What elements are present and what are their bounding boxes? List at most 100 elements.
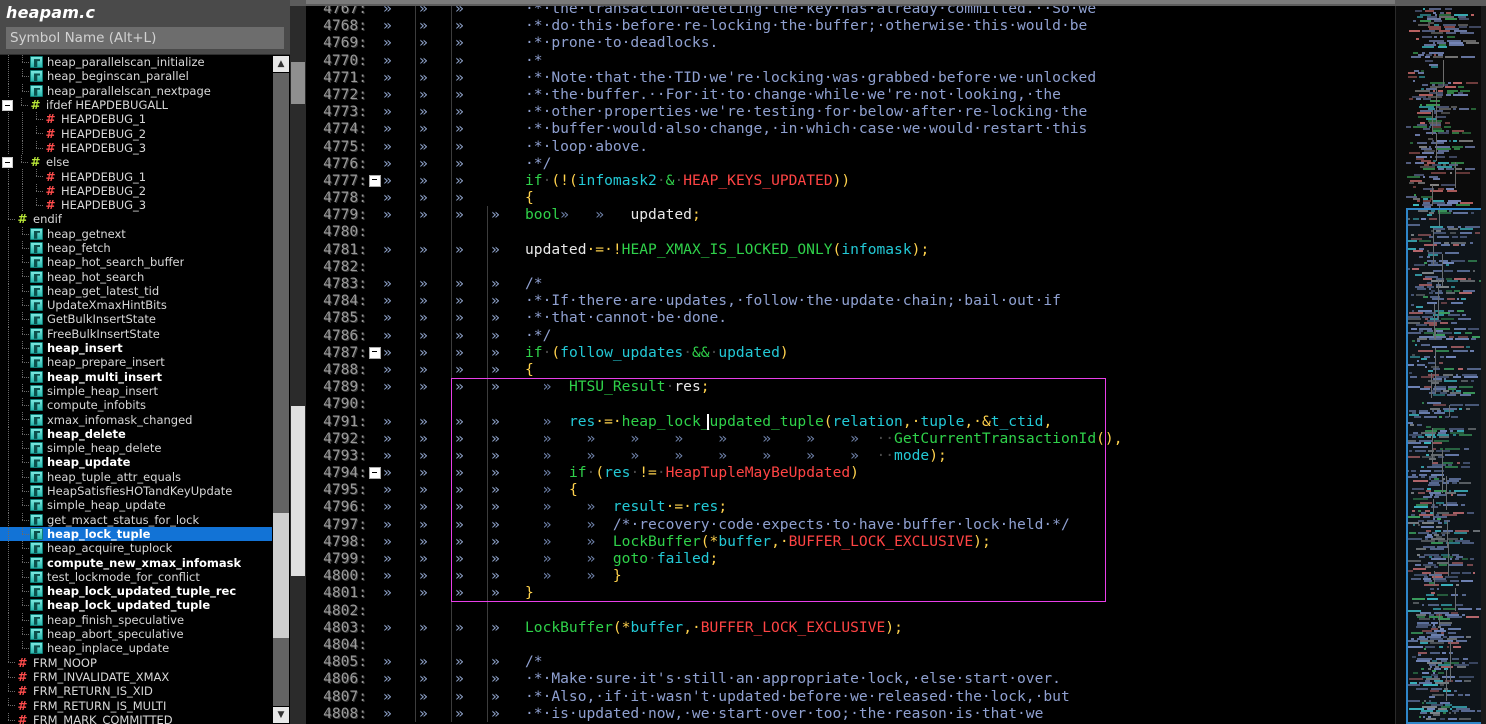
code-line[interactable]: 4775: »»» ·*·loop·above.: [306, 137, 1395, 155]
sidebar-item-heap-getnext[interactable]: heap_getnext: [0, 226, 272, 242]
code-line[interactable]: 4769: »»» ·*·prone·to·deadlocks.: [306, 34, 1395, 52]
code-line[interactable]: 4787: »»»» if·(follow_updates·&&·updated): [306, 343, 1395, 361]
sidebar-item-frm-mark-committed[interactable]: FRM_MARK_COMMITTED: [0, 712, 272, 724]
code-line[interactable]: 4791: »»»» » res·=·heap_lock_updated_tupl…: [306, 412, 1395, 430]
sidebar-item-heap-beginscan-parallel[interactable]: heap_beginscan_parallel: [0, 69, 272, 84]
code-line[interactable]: 4806: »»»» ·*·Make·sure·it's·still·an·appr…: [306, 670, 1395, 688]
editor-scroll-thumb[interactable]: [291, 406, 305, 576]
code-line[interactable]: 4772: »»» ·*·the·buffer.··For·it·to·change…: [306, 85, 1395, 104]
code-line[interactable]: 4804:: [306, 635, 1395, 654]
sidebar-item-compute-new-xmax-infomask[interactable]: compute_new_xmax_infomask: [0, 555, 272, 570]
code-line[interactable]: 4771: »»» ·*·Note·that·the·TID·we're·locki…: [306, 68, 1395, 86]
sidebar-item-endif[interactable]: endif: [0, 212, 272, 226]
code-line[interactable]: 4803: »»»» LockBuffer(*buffer,·BUFFER_LOCK…: [306, 618, 1395, 636]
code-editor[interactable]: 4767:»»» ·*·the·transaction·deleting·the·…: [306, 0, 1395, 724]
code-line[interactable]: 4781: »»»» updated·=·!HEAP_XMAX_IS_LOCKED_…: [306, 240, 1395, 258]
sidebar-item-frm-return-is-xid[interactable]: FRM_RETURN_IS_XID: [0, 684, 272, 698]
sidebar-item-heap-abort-speculative[interactable]: heap_abort_speculative: [0, 626, 272, 642]
sidebar-scrollbar[interactable]: ▲ ▼: [272, 55, 290, 724]
code-line[interactable]: 4785: »»»» ·*·that·cannot·be·done.: [306, 309, 1395, 327]
sidebar-item-heap-get-latest-tid[interactable]: heap_get_latest_tid: [0, 283, 272, 299]
fold-toggle-icon[interactable]: [368, 344, 381, 361]
code-line[interactable]: 4777: »»» if·(!(infomask2·&·HEAP_KEYS_UPDA…: [306, 171, 1395, 190]
code-line[interactable]: 4805: »»»»/*: [306, 653, 1395, 671]
code-minimap[interactable]: [1395, 0, 1486, 724]
code-line[interactable]: 4782:: [306, 257, 1395, 275]
sidebar-item-heapdebug-3[interactable]: HEAPDEBUG_3: [0, 140, 272, 156]
code-line[interactable]: 4802:: [306, 601, 1395, 619]
sidebar-item-heap-lock-tuple[interactable]: heap_lock_tuple: [0, 526, 272, 542]
code-line[interactable]: 4768: »»» ·*·do·this·before·re-locking·the…: [306, 17, 1395, 35]
code-line[interactable]: 4790:: [306, 395, 1395, 413]
sidebar-item-heap-hot-search-buffer[interactable]: heap_hot_search_buffer: [0, 255, 272, 270]
sidebar-item-frm-invalidate-xmax[interactable]: FRM_INVALIDATE_XMAX: [0, 669, 272, 684]
sidebar-item-updatexmaxhintbits[interactable]: UpdateXmaxHintBits: [0, 298, 272, 313]
code-line[interactable]: 4798: »»»» » » LockBuffer(*buffer,·BUFFER…: [306, 532, 1395, 550]
sidebar-scroll-track[interactable]: [273, 73, 289, 706]
sidebar-item-ifdef-heapdebugall[interactable]: ifdef HEAPDEBUGALL: [0, 97, 272, 112]
code-line[interactable]: 4800: »»»» » » }: [306, 567, 1395, 585]
sidebar-item-heap-fetch[interactable]: heap_fetch: [0, 240, 272, 256]
sidebar-item-heap-hot-search[interactable]: heap_hot_search: [0, 269, 272, 285]
sidebar-item-simple-heap-delete[interactable]: simple_heap_delete: [0, 441, 272, 456]
symbol-tree[interactable]: heap_parallelscan_initialize heap_beginsc…: [0, 55, 272, 724]
sidebar-item-freebulkinsertstate[interactable]: FreeBulkInsertState: [0, 326, 272, 342]
code-line[interactable]: 4795: »»»» » {: [306, 481, 1395, 499]
sidebar-item-heapdebug-2[interactable]: HEAPDEBUG_2: [0, 126, 272, 142]
sidebar-item-heap-finish-speculative[interactable]: heap_finish_speculative: [0, 612, 272, 628]
code-line[interactable]: 4799: »»»» » » goto·failed;: [306, 550, 1395, 568]
minimap-scrollbar[interactable]: [1481, 0, 1486, 724]
sidebar-item-frm-noop[interactable]: FRM_NOOP: [0, 655, 272, 670]
code-line[interactable]: 4794: »»»» » if·(res·!=·HeapTupleMayBeUpd…: [306, 464, 1395, 482]
sidebar-item-test-lockmode-for-conflict[interactable]: test_lockmode_for_conflict: [0, 569, 272, 585]
sidebar-item-heap-parallelscan-nextpage[interactable]: heap_parallelscan_nextpage: [0, 83, 272, 99]
fold-toggle-icon[interactable]: [368, 172, 381, 189]
sidebar-item-else[interactable]: else: [0, 155, 272, 169]
chevron-up-icon[interactable]: ▲: [273, 56, 289, 72]
code-line[interactable]: 4784: »»»» ·*·If·there·are·updates,·follow…: [306, 292, 1395, 310]
fold-toggle-icon[interactable]: [368, 464, 381, 481]
sidebar-item-heapdebug-1[interactable]: HEAPDEBUG_1: [0, 169, 272, 184]
code-line[interactable]: 4770: »»» ·*: [306, 51, 1395, 69]
sidebar-item-heap-prepare-insert[interactable]: heap_prepare_insert: [0, 355, 272, 370]
symbol-search-input[interactable]: [6, 27, 284, 49]
sidebar-item-get-mxact-status-for-lock[interactable]: get_mxact_status_for_lock: [0, 512, 272, 528]
code-line[interactable]: 4778: »»»{: [306, 189, 1395, 207]
sidebar-scroll-thumb[interactable]: [273, 513, 289, 638]
sidebar-item-xmax-infomask-changed[interactable]: xmax_infomask_changed: [0, 412, 272, 428]
code-line[interactable]: 4793: »»»» » » » » » » » » ··mode);: [306, 446, 1395, 465]
sidebar-item-heapdebug-1[interactable]: HEAPDEBUG_1: [0, 112, 272, 127]
code-line[interactable]: 4808: »»»» ·*·is·updated·now,·we·start·ove…: [306, 704, 1395, 722]
code-line[interactable]: 4780:: [306, 223, 1395, 241]
minimap-viewport-indicator[interactable]: [1406, 208, 1484, 724]
sidebar-item-heap-tuple-attr-equals[interactable]: heap_tuple_attr_equals: [0, 469, 272, 485]
code-line[interactable]: 4807: »»»» ·*·Also,·if·it·wasn't·updated·b…: [306, 687, 1395, 705]
editor-scrollbar[interactable]: [290, 0, 306, 724]
code-line[interactable]: 4786: »»»» ·*/: [306, 326, 1395, 344]
sidebar-item-heap-lock-updated-tuple[interactable]: heap_lock_updated_tuple: [0, 598, 272, 613]
sidebar-item-simple-heap-update[interactable]: simple_heap_update: [0, 498, 272, 513]
chevron-down-icon[interactable]: ▼: [273, 707, 289, 723]
code-line[interactable]: 4776: »»» ·*/: [306, 154, 1395, 172]
code-line[interactable]: 4789: »»»» » HTSU_Result·res;: [306, 378, 1395, 396]
code-line[interactable]: 4801: »»»»}: [306, 584, 1395, 602]
sidebar-item-heap-inplace-update[interactable]: heap_inplace_update: [0, 641, 272, 656]
sidebar-item-simple-heap-insert[interactable]: simple_heap_insert: [0, 383, 272, 399]
sidebar-item-heap-parallelscan-initialize[interactable]: heap_parallelscan_initialize: [0, 55, 272, 70]
sidebar-item-heap-multi-insert[interactable]: heap_multi_insert: [0, 369, 272, 385]
sidebar-item-heap-lock-updated-tuple-rec[interactable]: heap_lock_updated_tuple_rec: [0, 583, 272, 599]
sidebar-item-compute-infobits[interactable]: compute_infobits: [0, 398, 272, 413]
code-line[interactable]: 4773: »»» ·*·other·properties·we're·testin…: [306, 103, 1395, 121]
collapse-expander-icon[interactable]: [2, 156, 13, 168]
sidebar-item-heapdebug-2[interactable]: HEAPDEBUG_2: [0, 183, 272, 199]
code-line[interactable]: 4788: »»»»{: [306, 360, 1395, 379]
sidebar-item-heap-insert[interactable]: heap_insert: [0, 340, 272, 356]
code-line[interactable]: 4774: »»» ·*·buffer·would·also·change,·in·…: [306, 120, 1395, 138]
code-line[interactable]: 4796: »»»» » » result·=·res;: [306, 498, 1395, 516]
code-line[interactable]: 4797: »»»» » » /*·recovery·code·expects·t…: [306, 515, 1395, 533]
sidebar-item-heap-acquire-tuplock[interactable]: heap_acquire_tuplock: [0, 541, 272, 556]
code-line[interactable]: 4779: »»»» bool» » updated;: [306, 206, 1395, 224]
sidebar-item-heap-update[interactable]: heap_update: [0, 455, 272, 470]
sidebar-item-getbulkinsertstate[interactable]: GetBulkInsertState: [0, 312, 272, 327]
sidebar-item-heap-delete[interactable]: heap_delete: [0, 426, 272, 442]
